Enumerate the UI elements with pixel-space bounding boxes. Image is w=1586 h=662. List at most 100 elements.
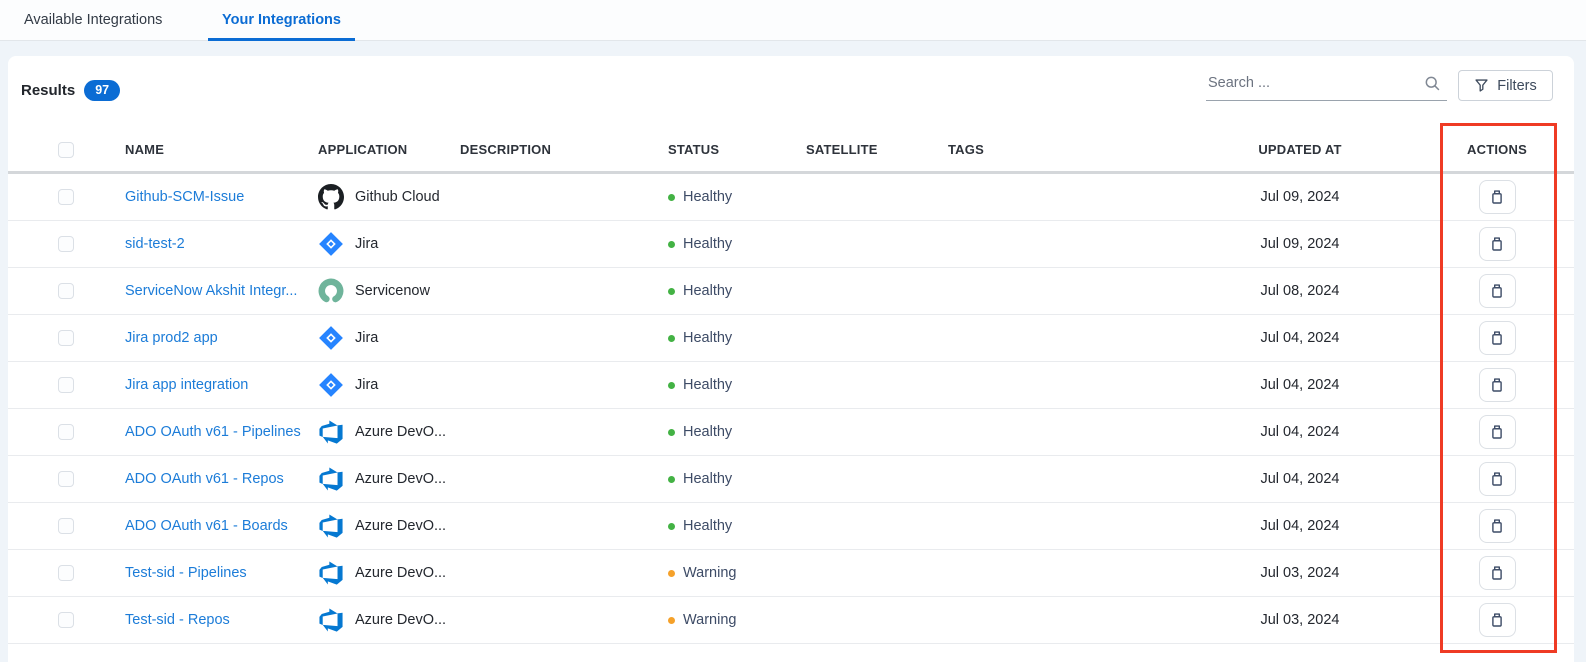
updated-at: Jul 04, 2024 <box>1200 330 1400 346</box>
filters-button-label: Filters <box>1497 78 1536 94</box>
delete-button[interactable] <box>1479 556 1516 590</box>
integration-name-link[interactable]: ServiceNow Akshit Integr... <box>125 283 297 299</box>
updated-at: Jul 09, 2024 <box>1200 189 1400 205</box>
row-checkbox[interactable] <box>58 330 74 346</box>
status-label: Warning <box>683 565 736 581</box>
status-dot <box>668 288 675 295</box>
jira-icon <box>318 372 344 398</box>
delete-button[interactable] <box>1479 415 1516 449</box>
status-label: Healthy <box>683 518 732 534</box>
column-header-updated-at: UPDATED AT <box>1200 142 1400 157</box>
trash-icon <box>1489 565 1505 581</box>
integration-name-link[interactable]: ADO OAuth v61 - Boards <box>125 518 288 534</box>
row-checkbox[interactable] <box>58 471 74 487</box>
azure-devops-icon <box>318 607 344 633</box>
updated-at: Jul 04, 2024 <box>1200 518 1400 534</box>
updated-at: Jul 03, 2024 <box>1200 612 1400 628</box>
integration-name-link[interactable]: Jira prod2 app <box>125 330 218 346</box>
application-name: Azure DevO... <box>355 565 446 581</box>
azure-devops-icon <box>318 466 344 492</box>
delete-button[interactable] <box>1479 509 1516 543</box>
updated-at: Jul 08, 2024 <box>1200 283 1400 299</box>
table-row: ADO OAuth v61 - Boards Azure DevO... Hea… <box>8 503 1574 550</box>
column-header-description: DESCRIPTION <box>460 142 668 157</box>
updated-at: Jul 09, 2024 <box>1200 236 1400 252</box>
select-all-checkbox[interactable] <box>58 142 74 158</box>
results-summary: Results 97 <box>21 80 120 101</box>
row-checkbox[interactable] <box>58 565 74 581</box>
status-label: Warning <box>683 612 736 628</box>
filters-button[interactable]: Filters <box>1458 70 1553 101</box>
table-body: Github-SCM-Issue Github Cloud Healthy Ju… <box>8 174 1574 644</box>
tab-available-integrations[interactable]: Available Integrations <box>24 0 162 41</box>
trash-icon <box>1489 283 1505 299</box>
status-label: Healthy <box>683 189 732 205</box>
row-checkbox[interactable] <box>58 377 74 393</box>
column-header-name: NAME <box>125 142 318 157</box>
row-checkbox[interactable] <box>58 283 74 299</box>
tab-your-integrations[interactable]: Your Integrations <box>208 0 355 41</box>
tab-bar: Available Integrations Your Integrations <box>0 0 1586 41</box>
status-label: Healthy <box>683 377 732 393</box>
delete-button[interactable] <box>1479 274 1516 308</box>
status-dot <box>668 241 675 248</box>
status-dot <box>668 523 675 530</box>
table-row: Github-SCM-Issue Github Cloud Healthy Ju… <box>8 174 1574 221</box>
integration-name-link[interactable]: Test-sid - Pipelines <box>125 565 247 581</box>
filter-funnel-icon <box>1474 78 1489 93</box>
status-dot <box>668 570 675 577</box>
trash-icon <box>1489 424 1505 440</box>
status-dot <box>668 382 675 389</box>
table-header-row: NAME APPLICATION DESCRIPTION STATUS SATE… <box>8 128 1574 174</box>
search-input[interactable] <box>1206 75 1424 95</box>
github-icon <box>318 184 344 210</box>
application-name: Jira <box>355 330 378 346</box>
results-label: Results <box>21 82 75 99</box>
search-icon <box>1424 75 1441 92</box>
table-row: sid-test-2 Jira Healthy Jul 09, 2024 <box>8 221 1574 268</box>
row-checkbox[interactable] <box>58 424 74 440</box>
column-header-application: APPLICATION <box>318 142 460 157</box>
integration-name-link[interactable]: Jira app integration <box>125 377 248 393</box>
status-dot <box>668 194 675 201</box>
status-dot <box>668 617 675 624</box>
delete-button[interactable] <box>1479 321 1516 355</box>
delete-button[interactable] <box>1479 227 1516 261</box>
integration-name-link[interactable]: ADO OAuth v61 - Pipelines <box>125 424 301 440</box>
table-row: Jira prod2 app Jira Healthy Jul 04, 2024 <box>8 315 1574 362</box>
application-name: Jira <box>355 377 378 393</box>
status-label: Healthy <box>683 236 732 252</box>
integrations-panel: Results 97 Filters NAME <box>8 56 1574 662</box>
row-checkbox[interactable] <box>58 236 74 252</box>
integration-name-link[interactable]: Github-SCM-Issue <box>125 189 244 205</box>
table-row: ADO OAuth v61 - Repos Azure DevO... Heal… <box>8 456 1574 503</box>
status-label: Healthy <box>683 471 732 487</box>
updated-at: Jul 03, 2024 <box>1200 565 1400 581</box>
column-header-actions: ACTIONS <box>1420 142 1574 157</box>
integration-name-link[interactable]: sid-test-2 <box>125 236 185 252</box>
column-header-tags: TAGS <box>948 142 1200 157</box>
azure-devops-icon <box>318 513 344 539</box>
trash-icon <box>1489 612 1505 628</box>
trash-icon <box>1489 471 1505 487</box>
row-checkbox[interactable] <box>58 518 74 534</box>
results-count-badge: 97 <box>84 80 120 101</box>
delete-button[interactable] <box>1479 368 1516 402</box>
application-name: Azure DevO... <box>355 471 446 487</box>
delete-button[interactable] <box>1479 180 1516 214</box>
trash-icon <box>1489 518 1505 534</box>
row-checkbox[interactable] <box>58 612 74 628</box>
table-row: Test-sid - Repos Azure DevO... Warning J… <box>8 597 1574 644</box>
delete-button[interactable] <box>1479 603 1516 637</box>
integration-name-link[interactable]: ADO OAuth v61 - Repos <box>125 471 284 487</box>
status-dot <box>668 476 675 483</box>
status-dot <box>668 335 675 342</box>
toolbar: Results 97 Filters <box>8 56 1574 128</box>
row-checkbox[interactable] <box>58 189 74 205</box>
integration-name-link[interactable]: Test-sid - Repos <box>125 612 230 628</box>
trash-icon <box>1489 377 1505 393</box>
application-name: Jira <box>355 236 378 252</box>
jira-icon <box>318 231 344 257</box>
table-row: Test-sid - Pipelines Azure DevO... Warni… <box>8 550 1574 597</box>
delete-button[interactable] <box>1479 462 1516 496</box>
